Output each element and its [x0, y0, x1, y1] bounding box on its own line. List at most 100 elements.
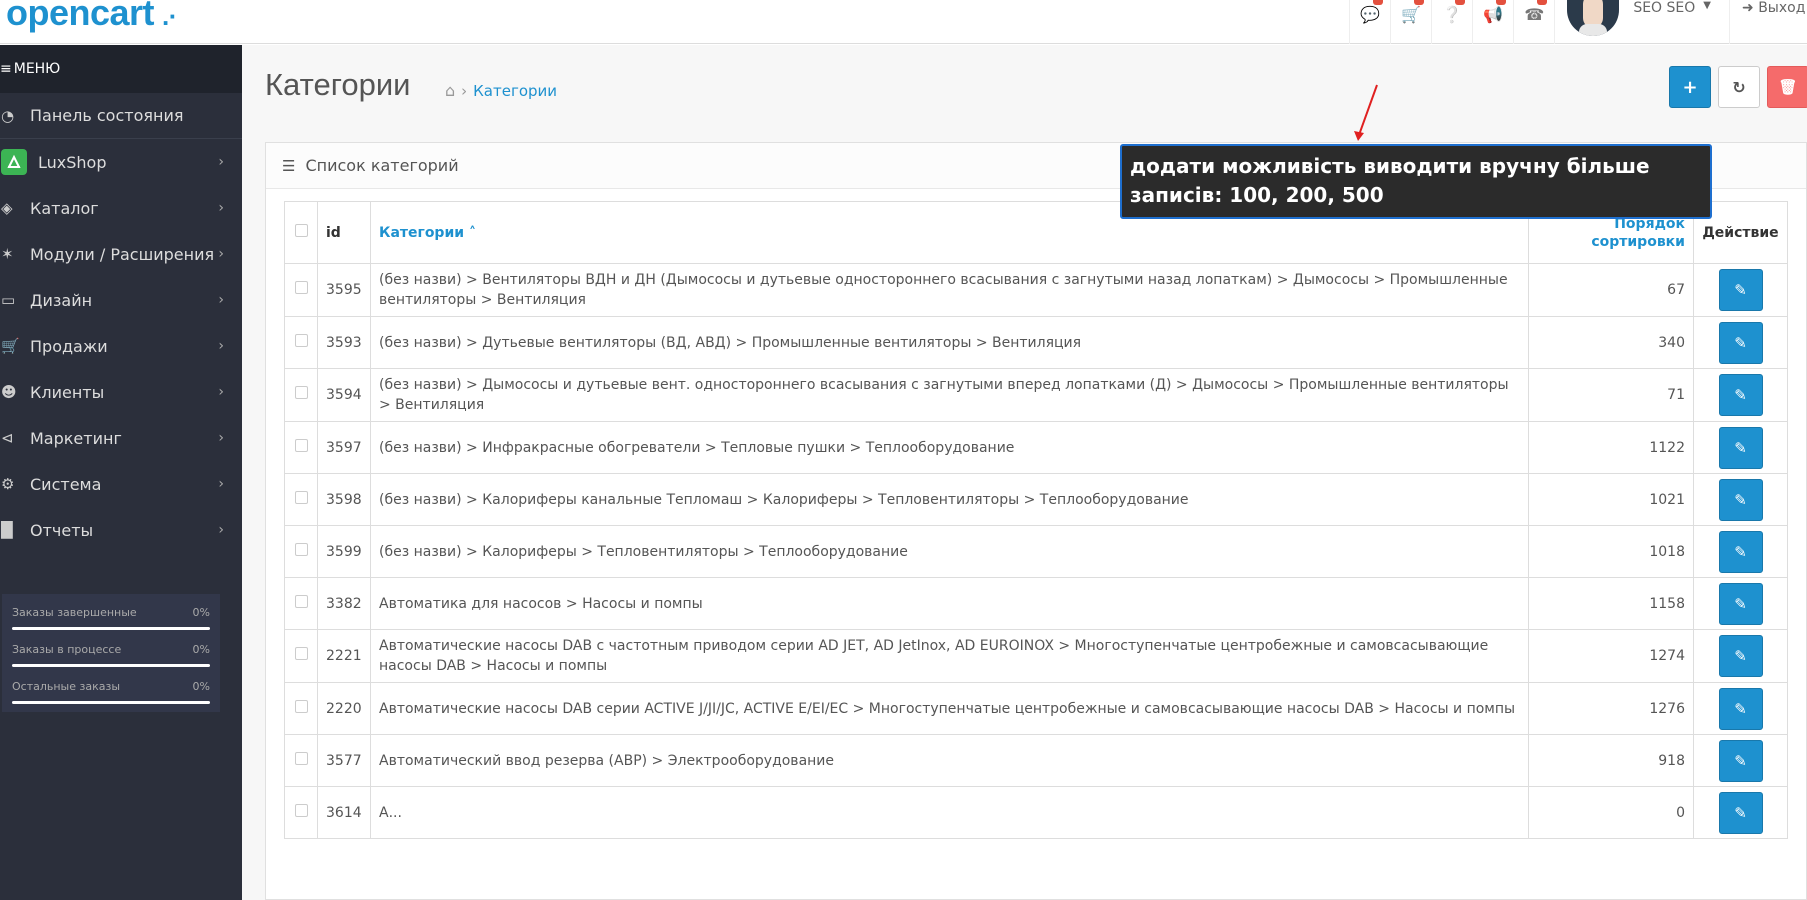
chevron-right-icon: ›: [218, 522, 224, 538]
comment-icon[interactable]: 💬: [1349, 0, 1390, 44]
chevron-right-icon: ›: [218, 476, 224, 492]
question-icon[interactable]: ❔: [1431, 0, 1472, 44]
stat-other: Остальные заказы 0%: [12, 680, 210, 717]
row-id: 3577: [317, 734, 371, 787]
edit-button[interactable]: ✎: [1718, 530, 1763, 573]
edit-button[interactable]: ✎: [1718, 269, 1763, 311]
breadcrumb-separator: ›: [461, 81, 468, 100]
panel-title: Список категорий: [305, 156, 459, 175]
trash-icon: 🗑: [1778, 78, 1798, 96]
edit-button[interactable]: ✎: [1718, 374, 1763, 416]
edit-button[interactable]: ✎: [1718, 687, 1763, 730]
category-table: id Категории ˄ Порядок сортировки Действ…: [284, 201, 1788, 839]
edit-button[interactable]: ✎: [1718, 321, 1763, 364]
notification-badge: [1496, 0, 1507, 5]
row-category-path: Автоматика для насосов > Насосы и помпы: [370, 577, 1529, 630]
sidebar-item-marketing[interactable]: ⊲ Маркетинг ›: [0, 415, 242, 461]
row-action-cell: ✎: [1693, 734, 1788, 787]
menu-header[interactable]: ≡ МЕНЮ: [0, 45, 242, 93]
annotation-note: додати можливість виводити вручну більше…: [1120, 144, 1712, 219]
sidebar-item-label: Клиенты: [30, 382, 105, 402]
cog-icon: ⚙: [1, 475, 15, 493]
refresh-button[interactable]: ↻: [1718, 66, 1760, 108]
logout-link[interactable]: ➜ Выход: [1729, 0, 1807, 44]
bullhorn-icon[interactable]: 📢: [1472, 0, 1513, 44]
sidebar-item-design[interactable]: ▭ Дизайн ›: [0, 277, 242, 323]
sidebar-item-sales[interactable]: 🛒 Продажи ›: [0, 323, 242, 369]
edit-button[interactable]: ✎: [1718, 635, 1763, 677]
stat-value: 0%: [192, 606, 210, 619]
sidebar-item-catalog[interactable]: ◈ Каталог ›: [0, 185, 242, 231]
row-checkbox[interactable]: [294, 542, 308, 556]
opencart-logo[interactable]: opencart .·: [6, 0, 177, 34]
row-sort-order: 0: [1528, 786, 1694, 839]
row-id: 3598: [317, 473, 371, 526]
row-checkbox[interactable]: [294, 594, 308, 608]
row-checkbox[interactable]: [294, 438, 308, 452]
home-icon[interactable]: ⌂: [445, 81, 455, 100]
row-id: 3382: [317, 577, 371, 630]
puzzle-icon: ✶: [1, 245, 14, 263]
row-checkbox[interactable]: [294, 333, 308, 347]
row-checkbox[interactable]: [294, 386, 308, 399]
row-checkbox[interactable]: [294, 281, 308, 294]
row-category-path: (без назви) > Инфракрасные обогреватели …: [370, 421, 1529, 474]
stat-progress-bar: [12, 701, 210, 704]
chevron-right-icon: ›: [218, 154, 224, 170]
chevron-right-icon: ›: [218, 292, 224, 308]
logo-cart-mark: .·: [162, 1, 177, 31]
sidebar-item-label: Маркетинг: [30, 428, 122, 448]
select-all-checkbox[interactable]: [294, 224, 308, 237]
delete-button[interactable]: 🗑: [1767, 66, 1807, 108]
stat-label: Заказы завершенные: [12, 606, 137, 619]
edit-button[interactable]: ✎: [1718, 426, 1763, 469]
logout-icon: ➜: [1742, 0, 1754, 16]
pencil-icon: ✎: [1734, 438, 1747, 457]
row-category-path: (без назви) > Калориферы > Тепловентилят…: [370, 525, 1529, 578]
table-row: 3614 А... 0 ✎: [284, 786, 1788, 839]
edit-button[interactable]: ✎: [1718, 582, 1763, 625]
sidebar-item-dashboard[interactable]: ◔ Панель состояния: [0, 93, 242, 139]
sidebar-item-reports[interactable]: █ Отчеты ›: [0, 507, 242, 553]
table-row: 3598 (без назви) > Калориферы канальные …: [284, 473, 1788, 526]
row-sort-order: 1276: [1528, 682, 1694, 735]
phone-icon[interactable]: ☎: [1513, 0, 1554, 44]
sidebar-item-luxshop[interactable]: LuxShop ›: [0, 139, 242, 185]
edit-button[interactable]: ✎: [1718, 739, 1763, 782]
row-checkbox[interactable]: [294, 699, 308, 713]
row-checkbox-cell: [284, 786, 318, 839]
chevron-right-icon: ›: [218, 430, 224, 446]
share-icon: ⊲: [1, 429, 14, 447]
sidebar-item-system[interactable]: ⚙ Система ›: [0, 461, 242, 507]
pencil-icon: ✎: [1734, 386, 1747, 404]
sidebar-item-modules[interactable]: ✶ Модули / Расширения ›: [0, 231, 242, 277]
user-icon: ☻: [1, 383, 17, 401]
notification-badge: [1537, 0, 1548, 5]
dashboard-icon: ◔: [1, 106, 15, 125]
bar-chart-icon: █: [1, 521, 13, 539]
user-menu[interactable]: SEO SEO ▼: [1554, 0, 1729, 44]
row-checkbox[interactable]: [294, 647, 308, 660]
cart-icon[interactable]: 🛒: [1390, 0, 1431, 44]
row-checkbox-cell: [284, 734, 318, 787]
edit-button[interactable]: ✎: [1718, 791, 1763, 834]
chevron-right-icon: ›: [218, 200, 224, 216]
breadcrumb-link-categories[interactable]: Категории: [473, 82, 557, 100]
row-checkbox[interactable]: [294, 751, 308, 765]
row-category-path: (без назви) > Вентиляторы ВДН и ДН (Дымо…: [370, 263, 1529, 317]
sidebar-item-customers[interactable]: ☻ Клиенты ›: [0, 369, 242, 415]
menu-bars-icon: ≡: [0, 61, 12, 77]
table-row: 3382 Автоматика для насосов > Насосы и п…: [284, 577, 1788, 630]
refresh-icon: ↻: [1732, 77, 1746, 97]
pencil-icon: ✎: [1734, 647, 1747, 665]
row-sort-order: 1122: [1528, 421, 1694, 474]
row-checkbox[interactable]: [294, 803, 308, 817]
caret-down-icon: ▼: [1703, 0, 1711, 11]
row-checkbox-cell: [284, 525, 318, 578]
shopping-cart-icon: 🛒: [1, 337, 20, 355]
edit-button[interactable]: ✎: [1718, 478, 1763, 521]
add-button[interactable]: +: [1669, 66, 1711, 108]
sidebar-item-label: Модули / Расширения: [30, 244, 215, 264]
row-action-cell: ✎: [1693, 525, 1788, 578]
row-checkbox[interactable]: [294, 490, 308, 504]
